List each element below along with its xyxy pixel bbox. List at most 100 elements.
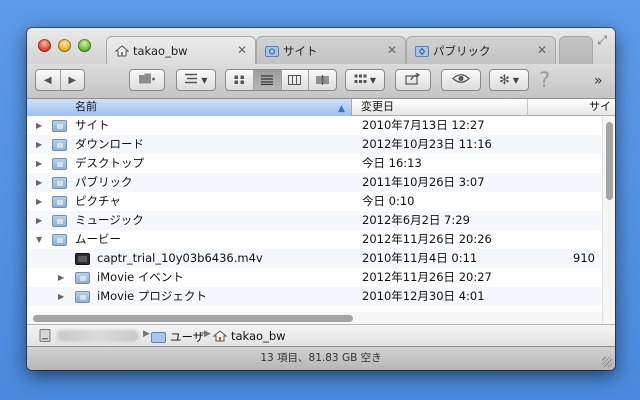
close-tab-icon[interactable]: ✕ [237,43,247,57]
view-mode-control [225,69,337,91]
new-folder-icon [138,72,156,88]
tab-sites[interactable]: サイト ✕ [256,36,406,64]
grid-arrange-icon [354,74,367,87]
file-name: captr_trial_10y03b6436.m4v [97,251,263,265]
disclosure-triangle-icon[interactable]: ▶ [36,173,42,192]
gear-icon: ✻ [498,72,510,88]
date-column-header[interactable]: 変更日 [353,99,528,116]
disclosure-triangle-icon[interactable]: ▶ [36,116,42,135]
list-item[interactable]: ▶ デスクトップ 今日 16:13 [27,154,601,173]
public-folder-icon [415,45,429,57]
sites-folder-icon [52,120,67,132]
disclosure-triangle-icon[interactable]: ▶ [36,154,42,173]
status-text: 13 項目、81.83 GB 空き [260,352,382,364]
path-item-disk[interactable] [39,329,51,342]
modified-date: 2010年12月30日 4:01 [362,289,485,303]
disclosure-triangle-icon[interactable]: ▶ [58,268,64,287]
tab-public[interactable]: パブリック ✕ [406,36,556,64]
path-separator-icon: ▶ [204,329,211,339]
action-menu-button[interactable]: ✻ ▼ [489,69,529,91]
help-icon[interactable]: ? [539,68,550,92]
close-tab-icon[interactable]: ✕ [387,43,397,57]
forward-button[interactable]: ▶ [61,70,85,90]
resize-grip-icon[interactable] [602,357,612,367]
tab-takao-bw[interactable]: takao_bw ✕ [106,36,256,64]
column-view-button[interactable] [282,70,310,90]
music-folder-icon [52,215,67,227]
users-folder-icon [151,332,166,343]
file-name: デスクトップ [75,156,144,170]
finder-window: takao_bw ✕ サイト ✕ パブリック ✕ ⤢ ◀ ▶ ▼ ▼ ✻ ▼ ?… [27,28,615,370]
modified-date: 2012年6月2日 7:29 [362,213,470,227]
list-arrange-icon [184,73,198,87]
disclosure-triangle-icon[interactable]: ▶ [36,135,42,154]
modified-date: 2010年11月4日 0:11 [362,251,478,265]
list-item[interactable]: ▶ ダウンロード 2012年10月23日 11:16 [27,135,601,154]
list-item[interactable]: ▶ iMovie イベント 2012年11月26日 20:27 [27,268,601,287]
list-icon [261,75,274,85]
fullscreen-icon[interactable]: ⤢ [597,33,607,48]
size-column-header[interactable]: サイ [529,99,615,116]
list-item[interactable]: ▶ パブリック 2011年10月26日 3:07 [27,173,601,192]
vertical-scroll-thumb[interactable] [606,122,613,200]
modified-date: 2012年10月23日 11:16 [362,137,492,151]
back-forward-control: ◀ ▶ [35,69,85,91]
file-name: ムービー [75,232,121,246]
list-item[interactable]: ▶ ミュージック 2012年6月2日 7:29 [27,211,601,230]
path-item-computer[interactable] [57,330,139,342]
coverflow-view-button[interactable] [309,70,336,90]
disclosure-triangle-icon[interactable]: ▶ [36,211,42,230]
arrange-by-button[interactable]: ▼ [345,69,385,91]
path-item-users[interactable]: ユーザ [151,329,204,345]
list-item[interactable]: captr_trial_10y03b6436.m4v 2010年11月4日 0:… [27,249,601,268]
disclosure-triangle-icon[interactable]: ▶ [36,192,42,211]
minimize-window-button[interactable] [58,39,71,52]
disclosure-triangle-expanded-icon[interactable]: ▼ [36,230,42,249]
modified-date: 今日 16:13 [362,156,422,170]
close-tab-icon[interactable]: ✕ [537,43,547,57]
vertical-scrollbar[interactable] [602,116,615,324]
list-item[interactable]: ▼ ムービー 2012年11月26日 20:26 [27,230,601,249]
modified-date: 2010年7月13日 12:27 [362,118,485,132]
horizontal-scrollbar[interactable] [27,312,602,324]
horizontal-scroll-thumb[interactable] [33,315,353,322]
chevron-down-icon: ▼ [512,75,520,85]
downloads-folder-icon [52,139,67,151]
path-item-label: takao_bw [231,329,286,343]
zoom-window-button[interactable] [78,39,91,52]
redacted-computer-name [57,330,139,342]
arrange-menu-button[interactable]: ▼ [176,69,216,91]
back-button[interactable]: ◀ [36,70,61,90]
disclosure-triangle-icon[interactable]: ▶ [58,287,64,306]
pictures-folder-icon [52,196,67,208]
file-name: サイト [75,118,110,132]
share-button[interactable] [395,69,431,91]
name-column-header[interactable]: 名前 ▲ [27,99,352,116]
columns-icon [288,75,302,85]
modified-date: 2012年11月26日 20:27 [362,270,492,284]
list-item[interactable]: ▶ サイト 2010年7月13日 12:27 [27,116,601,135]
list-item[interactable]: ▶ ピクチャ 今日 0:10 [27,192,601,211]
modified-date: 2011年10月26日 3:07 [362,175,485,189]
path-item-home[interactable]: takao_bw [213,329,286,343]
toolbar-overflow-icon[interactable]: » [594,73,603,89]
new-folder-button[interactable] [129,69,165,91]
file-name: ピクチャ [75,194,121,208]
file-name: iMovie プロジェクト [97,289,207,303]
list-view-button[interactable] [253,70,282,90]
movies-folder-icon [52,234,67,246]
modified-date: 今日 0:10 [362,194,415,208]
sort-ascending-icon: ▲ [338,104,345,114]
list-item[interactable]: ▶ iMovie プロジェクト 2010年12月30日 4:01 [27,287,601,306]
tab-label: パブリック [433,43,491,58]
new-tab-button[interactable] [559,36,593,64]
file-name: パブリック [75,175,133,189]
chevron-down-icon: ▼ [369,75,377,85]
video-file-icon [75,253,90,265]
title-bar[interactable]: takao_bw ✕ サイト ✕ パブリック ✕ ⤢ [27,28,615,64]
coverflow-icon [316,75,329,85]
icon-view-button[interactable] [226,70,254,90]
close-window-button[interactable] [38,39,51,52]
quick-look-button[interactable] [441,69,481,91]
grid-icon [234,75,244,84]
